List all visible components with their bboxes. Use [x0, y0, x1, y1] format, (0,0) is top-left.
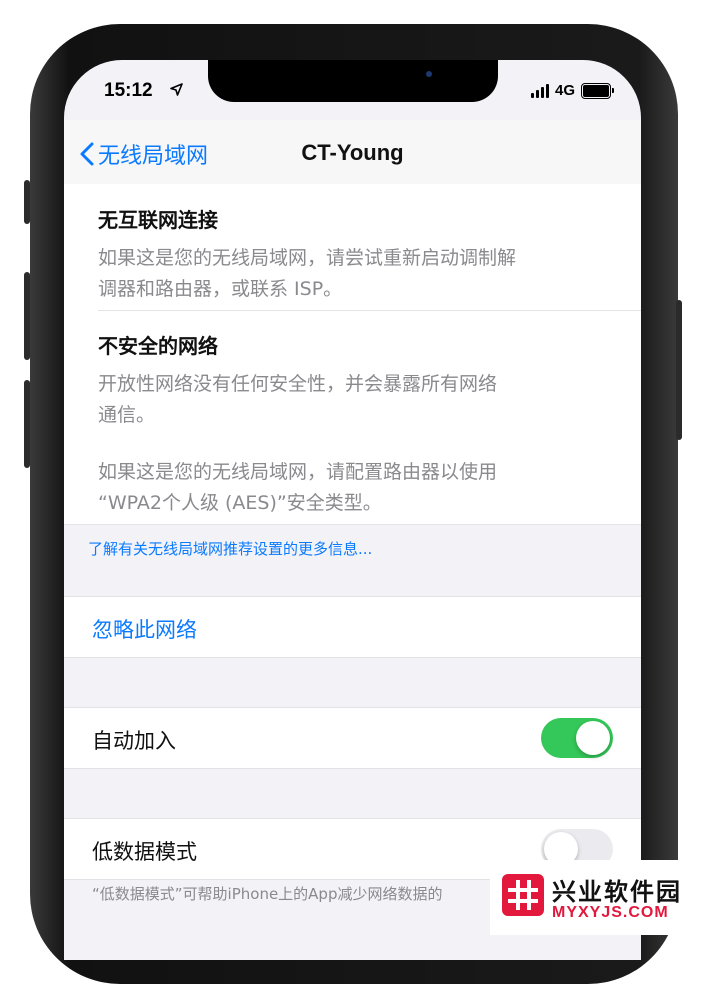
- phone-screen: 15:12 4G 无线局域网 CT-Young 无互联网连接 如果这是您的无线局…: [64, 60, 641, 960]
- watermark-site: MYXYJS.COM: [552, 904, 669, 921]
- divider: [98, 310, 641, 311]
- status-right: 4G: [530, 82, 614, 99]
- side-button-volume-up: [24, 272, 30, 360]
- toggle-knob: [576, 721, 610, 755]
- network-type: 4G: [554, 82, 575, 99]
- side-button-volume-down: [24, 380, 30, 468]
- notch: [208, 60, 498, 102]
- low-data-mode-note: “低数据模式”可帮助iPhone上的App减少网络数据的: [92, 885, 443, 903]
- warning-title: 不安全的网络: [98, 334, 218, 358]
- low-data-mode-label: 低数据模式: [92, 840, 197, 864]
- warning-line: 调器和路由器，或联系 ISP。: [98, 278, 343, 300]
- battery-icon: [581, 82, 614, 99]
- warning-text: 如果这是您的无线局域网，请尝试重新启动调制解 调器和路由器，或联系 ISP。: [98, 243, 618, 305]
- warning-insecure: 不安全的网络 开放性网络没有任何安全性，并会暴露所有网络 通信。 如果这是您的无…: [98, 330, 618, 519]
- side-button-power: [676, 300, 682, 440]
- auto-join-cell: 自动加入: [64, 707, 641, 769]
- warning-line: “WPA2个人级 (AES)”安全类型。: [98, 492, 382, 514]
- warning-no-internet: 无互联网连接 如果这是您的无线局域网，请尝试重新启动调制解 调器和路由器，或联系…: [98, 204, 618, 305]
- warning-card: 无互联网连接 如果这是您的无线局域网，请尝试重新启动调制解 调器和路由器，或联系…: [64, 184, 641, 525]
- location-arrow-icon: [170, 83, 183, 96]
- warning-line: 开放性网络没有任何安全性，并会暴露所有网络: [98, 373, 498, 395]
- forget-network-button[interactable]: 忽略此网络: [92, 614, 197, 644]
- status-time: 15:12: [104, 80, 153, 101]
- warning-line: 通信。: [98, 404, 156, 426]
- warning-text: 开放性网络没有任何安全性，并会暴露所有网络 通信。 如果这是您的无线局域网，请配…: [98, 369, 618, 519]
- auto-join-toggle[interactable]: [541, 718, 613, 758]
- warning-title: 无互联网连接: [98, 208, 218, 232]
- cellular-signal-icon: [530, 83, 549, 98]
- learn-more-link[interactable]: 了解有关无线局域网推荐设置的更多信息...: [88, 538, 372, 559]
- side-button-mute: [24, 180, 30, 224]
- watermark-name: 兴业软件园: [552, 878, 682, 906]
- auto-join-label: 自动加入: [92, 729, 176, 753]
- watermark: 兴业软件园 MYXYJS.COM: [490, 860, 705, 935]
- forget-network-cell[interactable]: 忽略此网络: [64, 596, 641, 658]
- warning-line: 如果这是您的无线局域网，请配置路由器以使用: [98, 461, 498, 483]
- camera-dot: [426, 71, 432, 77]
- warning-line: 如果这是您的无线局域网，请尝试重新启动调制解: [98, 247, 517, 269]
- watermark-logo-icon: [502, 874, 544, 916]
- navigation-bar: 无线局域网 CT-Young: [64, 120, 641, 185]
- page-title: CT-Young: [301, 140, 404, 165]
